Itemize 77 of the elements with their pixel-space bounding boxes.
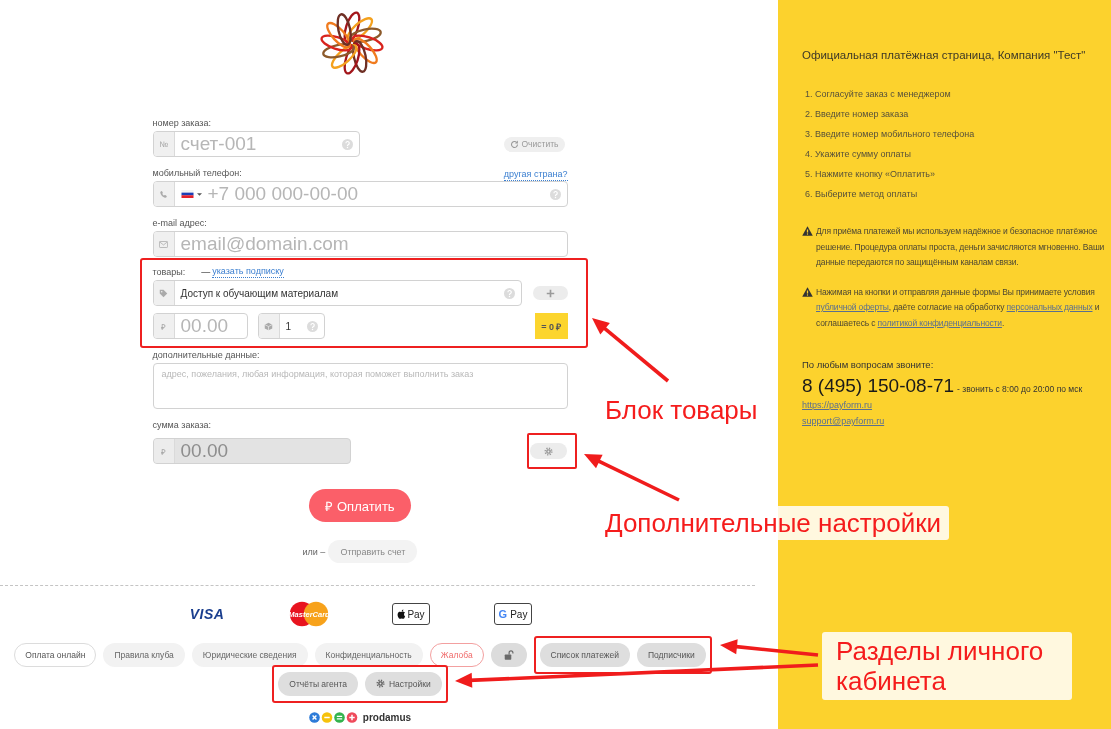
price-field[interactable]: ₽ 00.00 <box>152 313 248 339</box>
add-button[interactable] <box>532 286 568 300</box>
hours-text: - звонить с 8:00 до 20:00 по мск <box>957 384 1083 394</box>
help-icon <box>503 287 515 299</box>
refresh-icon <box>510 139 520 149</box>
g-mark: G <box>498 608 508 620</box>
text-link[interactable]: публичной оферты <box>816 302 889 312</box>
step-item: 3. Введите номер мобильного телефона <box>805 128 975 140</box>
help-icon <box>341 138 353 150</box>
step-item: 2. Введите номер заказа <box>805 108 910 120</box>
phone-number: 8 (495) 150-08-71 <box>802 375 955 397</box>
caret-icon[interactable] <box>196 192 202 196</box>
order-number-field[interactable]: № счет-001 <box>152 131 360 157</box>
panel-title: Официальная платёжная страница, Компания "Тест" <box>802 48 1086 63</box>
help-icon <box>549 188 561 200</box>
complaint-button[interactable]: Жалоба <box>429 642 484 667</box>
apple-icon <box>397 609 407 619</box>
phone-icon <box>159 189 168 199</box>
text-link[interactable]: политикой конфиденциальности <box>877 317 1002 328</box>
step-item: 4. Укажите сумму оплаты <box>805 148 912 160</box>
nav-button[interactable]: Правила клуба <box>103 642 185 667</box>
nav-button[interactable]: Отчёты агента <box>278 671 358 696</box>
flower-logo <box>318 9 386 77</box>
notice-text: Нажимая на кнопки и отправляя данные формы Вы принимаете условия публичной оферты, даёте согласие на обработку персональных данных и соглашаетесь с политикой конфиденциальности. <box>816 285 1101 330</box>
or-text: или – <box>302 546 326 557</box>
field-label: номер заказа: <box>152 118 212 129</box>
pay-label: Pay <box>407 608 425 620</box>
tag-icon <box>159 288 168 298</box>
envelope-icon <box>159 239 168 249</box>
cube-icon <box>264 321 273 331</box>
open-lock-icon <box>503 649 514 660</box>
field-label: дополнительные данные: <box>152 350 261 361</box>
field-prefix: ₽ <box>153 439 175 463</box>
quantity-field[interactable]: 1 <box>257 313 325 339</box>
warning-icon <box>802 226 813 236</box>
gear-icon <box>375 679 385 688</box>
step-item: 5. Нажмите кнопку «Оплатить» <box>805 168 936 180</box>
email-field[interactable]: email@domain.com <box>152 231 568 257</box>
notice-text: Для приёма платежей мы используем надёжное и безопасное платёжное решение. Процедура оплаты проста, деньги зачисляются мгновенно. Ваши данные передаются по защищённым каналам связи. <box>816 225 1105 269</box>
nav-button[interactable]: Юридические сведения <box>191 642 308 667</box>
product-name-field[interactable]: Доступ к обучающим материалам <box>152 280 522 306</box>
settings-button[interactable]: Настройки <box>364 671 442 696</box>
four-circles-logo-icon <box>308 712 359 723</box>
field-label: товары: <box>152 267 186 278</box>
nav-button[interactable]: Список платежей <box>539 642 630 667</box>
plus-icon <box>545 288 555 298</box>
contact-link[interactable]: https://payform.ru <box>802 397 873 413</box>
nav-button[interactable]: Оплата онлайн <box>14 642 97 667</box>
field-prefix: ₽ <box>153 314 175 338</box>
send-invoice-button[interactable]: Отправить счет <box>328 540 418 563</box>
subscription-link[interactable]: указать подписку <box>212 266 284 278</box>
callout-label: Разделы личного кабинета <box>822 632 1072 700</box>
brand-name: prodamus <box>362 712 412 723</box>
field-label: мобильный телефон: <box>152 168 242 179</box>
field-prefix: № <box>153 132 175 156</box>
flag-icon[interactable] <box>180 190 194 198</box>
pay-label: Pay <box>510 608 528 620</box>
dash-text: — <box>201 267 211 278</box>
phone-field[interactable]: +7 000 000-00-00 <box>152 181 568 207</box>
nav-button[interactable]: Конфиденциальность <box>314 642 423 667</box>
contact-heading: По любым вопросам звоните: <box>802 359 934 370</box>
step-item: 1. Согласуйте заказ с менеджером <box>805 88 952 100</box>
help-icon <box>306 320 318 332</box>
total-amount: = 0 ₽ <box>535 313 568 339</box>
clear-button[interactable]: Очистить <box>504 136 565 152</box>
step-item: 6. Выберите метод оплаты <box>805 188 919 200</box>
gear-icon <box>543 446 553 456</box>
visa-logo: VISA <box>189 606 225 622</box>
text-link[interactable]: персональных данных <box>1006 302 1093 312</box>
notes-field[interactable]: адрес, пожелания, любая информация, которая поможет выполнить заказ <box>152 363 568 409</box>
contact-link[interactable]: support@payform.ru <box>802 413 885 429</box>
nav-button[interactable]: Подписчики <box>636 642 706 667</box>
warning-icon <box>802 286 813 297</box>
lock-button[interactable] <box>490 642 527 667</box>
field-label: e-mail адрес: <box>152 218 208 229</box>
pay-button[interactable]: ₽ Оплатить <box>309 489 411 522</box>
field-label: сумма заказа: <box>152 420 213 431</box>
